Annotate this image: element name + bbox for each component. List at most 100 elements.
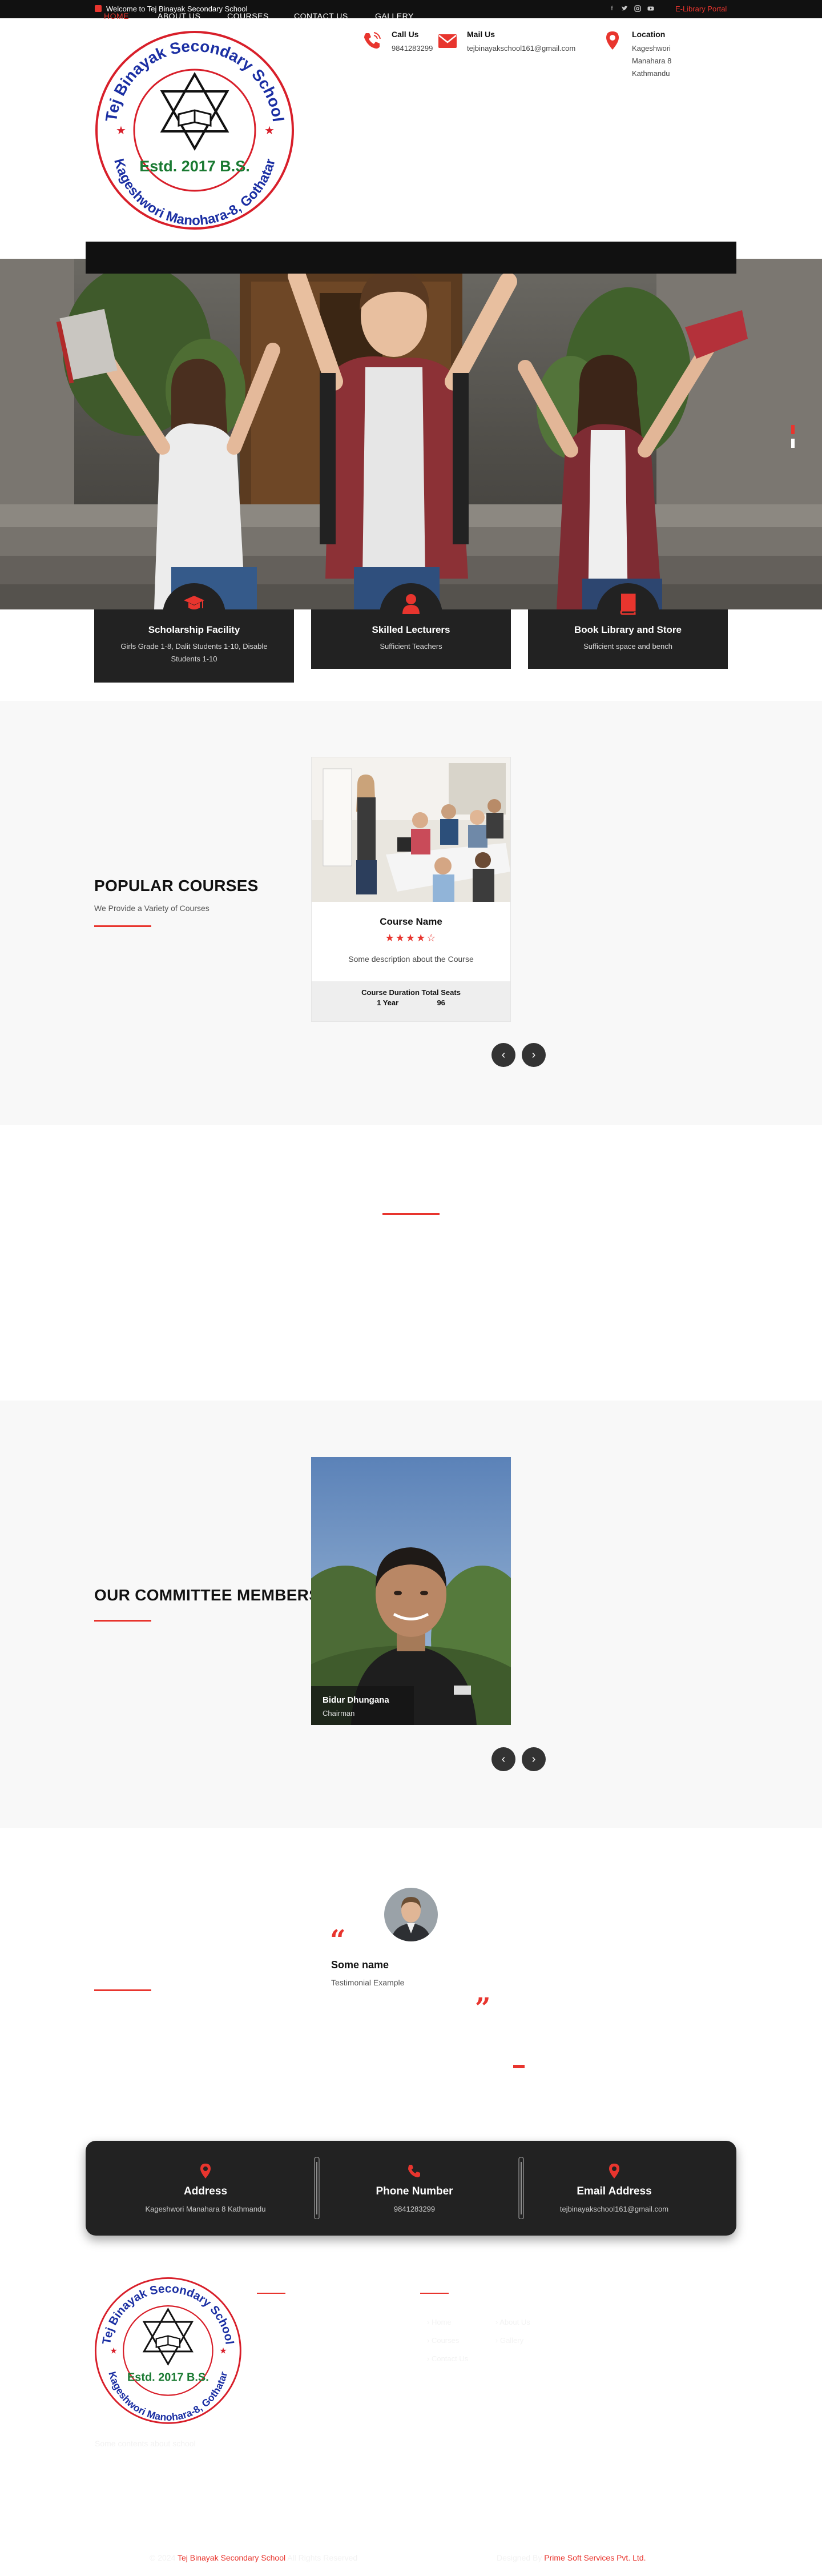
contact-text: 9841283299 [392,44,433,53]
credit-brand-link[interactable]: Prime Soft Services Pvt. Ltd. [544,2553,646,2562]
footer-link-contact[interactable]: › Contact Us [427,2354,468,2363]
footer-link-label: Gallery [499,2336,524,2345]
footer-link-label: Contact Us [431,2354,469,2363]
contact-title: Call Us [392,30,419,39]
copyright-brand-link[interactable]: Tej Binayak Secondary School [178,2553,285,2562]
nav-gallery[interactable]: GALLERY [375,11,414,21]
elibrary-link[interactable]: E-Library Portal [675,5,727,13]
courses-next-button[interactable]: › [522,1043,546,1067]
course-image [312,757,510,902]
logo-established: Estd. 2017 B.S. [139,158,250,175]
school-icon [95,5,102,12]
testimonial-text: Testimonial Example [331,1978,405,1987]
footer-link-about[interactable]: › About Us [495,2318,530,2326]
member-name: Bidur Dhungana [323,1695,389,1705]
footer-link-courses[interactable]: › Courses [427,2336,459,2345]
contact-text: Kageshwori Manahara 8 Kathmandu [632,44,672,78]
course-seats: 96 [437,998,445,1007]
slider-dot[interactable] [791,439,795,448]
nav-home[interactable]: HOME [104,11,129,21]
twitter-icon[interactable] [621,5,628,12]
feature-title: Scholarship Facility [148,624,240,635]
testimonial-slider-dot[interactable] [513,2065,525,2068]
section-title: OUR COMMITTEE MEMBERS [94,1586,320,1604]
phone-icon [408,2165,420,2177]
logo-established: Estd. 2017 B.S. [127,2372,209,2384]
footer-about-text: Some contents about school [95,2439,196,2448]
footer-school-logo[interactable]: Tej Binayak Secondary School Kageshwori … [93,2276,243,2425]
footer-underline [257,2293,285,2294]
user-icon [402,594,420,614]
member-photo [311,1457,511,1725]
hero-banner [0,259,822,609]
section-underline [94,925,151,927]
course-meta-values: 1 Year 96 [312,998,510,1007]
committee-next-button[interactable]: › [522,1747,546,1771]
course-duration: 1 Year [377,998,399,1007]
svg-text:★: ★ [110,2347,118,2356]
contact-email: Email Address tejbinayakschool161@gmail.… [506,2141,723,2236]
copyright-text: © 2024 Tej Binayak Secondary School All … [150,2553,357,2562]
course-meta: Course Duration Total Seats 1 Year 96 [312,981,510,1021]
quote-open-icon: “ [330,1924,346,1956]
testimonial-name: Some name [331,1959,389,1971]
member-caption: Bidur Dhungana Chairman [311,1686,414,1725]
svg-text:★: ★ [264,125,275,137]
facebook-icon[interactable]: f [609,5,615,12]
feature-card-library: Book Library and Store Sufficient space … [528,583,728,669]
footer-link-label: Home [431,2318,452,2326]
contact-title: Address [183,2185,228,2197]
contact-text: tejbinayakschool161@gmail.com [559,2205,669,2213]
course-card[interactable]: Course Name ★★★★☆ Some description about… [311,757,511,1022]
section-subtitle: We Provide a Variety of Courses [94,904,209,913]
course-description: Some description about the Course [348,954,474,964]
main-navigation [86,242,736,274]
testimonial-avatar [382,1886,440,1943]
contact-title: Mail Us [467,30,495,39]
committee-member-card[interactable]: Bidur Dhungana Chairman [311,1457,511,1725]
school-logo[interactable]: Tej Binayak Secondary School Kageshwori … [93,29,296,231]
location-icon [609,2164,619,2178]
committee-prev-button[interactable]: ‹ [491,1747,515,1771]
feature-title: Skilled Lecturers [372,624,450,635]
contact-title: Email Address [577,2185,652,2197]
contact-text: 9841283299 [393,2205,436,2213]
footer-link-home[interactable]: › Home [427,2318,452,2326]
mail-icon [438,34,457,48]
credit-prefix: Designed By [497,2553,542,2562]
copyright-prefix: © 2024 [150,2553,176,2562]
instagram-icon[interactable] [634,5,641,12]
book-icon [620,593,636,615]
course-meta-header: Course Duration Total Seats [361,988,461,997]
feature-title: Book Library and Store [574,624,682,635]
section-underline [94,1989,151,1991]
nav-courses[interactable]: COURSES [227,11,269,21]
courses-prev-button[interactable]: ‹ [491,1043,515,1067]
graduation-cap-icon [184,596,204,609]
feature-card-lecturers: Skilled Lecturers Sufficient Teachers [311,583,511,669]
contact-address: Address Kageshwori Manahara 8 Kathmandu [97,2141,314,2236]
contact-text: Kageshwori Manahara 8 Kathmandu [145,2205,266,2213]
hero-slider-dots [791,425,795,448]
footer-link-gallery[interactable]: › Gallery [495,2336,523,2345]
footer-link-label: Courses [431,2336,460,2345]
youtube-icon[interactable] [647,5,654,12]
header-contact-mail[interactable]: Mail Us tejbinayakschool161@gmail.com [437,29,585,63]
feature-text: Sufficient space and bench [583,642,672,651]
member-role: Chairman [323,1709,355,1718]
feature-text: Girls Grade 1-8, Dalit Students 1-10, Di… [120,642,268,663]
slider-dot[interactable] [791,425,795,434]
contact-phone: Phone Number 9841283299 [306,2141,523,2236]
contact-title: Location [632,30,666,39]
svg-text:★: ★ [116,125,126,137]
nav-about-us[interactable]: ABOUT US [158,11,200,21]
location-icon [606,31,619,50]
footer-underline [420,2293,449,2294]
nav-contact-us[interactable]: CONTACT US [294,11,348,21]
header-contact-location[interactable]: Location Kageshwori Manahara 8 Kathmandu [602,29,693,78]
header-contact-call[interactable]: Call Us 9841283299 [361,29,441,63]
section-underline [94,1620,151,1622]
section-title: POPULAR COURSES [94,877,259,894]
svg-text:★: ★ [219,2347,227,2356]
feature-card-scholarship: Scholarship Facility Girls Grade 1-8, Da… [94,583,294,683]
